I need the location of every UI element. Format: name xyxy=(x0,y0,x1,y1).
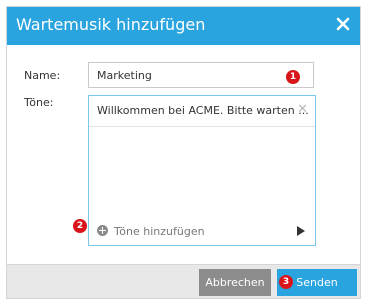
list-item[interactable]: Willkommen bei ACME. Bitte warten ... ✕ xyxy=(89,96,315,127)
add-tones-label[interactable]: Töne hinzufügen xyxy=(114,225,205,238)
badge-3: 3 xyxy=(279,275,293,289)
add-tones-row[interactable]: Töne hinzufügen xyxy=(89,219,315,245)
play-icon[interactable] xyxy=(297,226,305,236)
close-icon[interactable]: ✕ xyxy=(297,103,308,117)
dialog: Wartemusik hinzufügen Name: 1 Töne: Will… xyxy=(6,6,361,299)
close-icon[interactable] xyxy=(335,16,351,32)
name-label: Name: xyxy=(24,69,61,82)
tone-item-label: Willkommen bei ACME. Bitte warten ... xyxy=(97,104,309,117)
dialog-titlebar: Wartemusik hinzufügen xyxy=(7,7,360,45)
tones-label: Töne: xyxy=(24,96,54,109)
dialog-title: Wartemusik hinzufügen xyxy=(16,15,206,34)
badge-2: 2 xyxy=(73,219,87,233)
tones-list[interactable]: Willkommen bei ACME. Bitte warten ... ✕ … xyxy=(88,95,316,246)
dialog-footer: Abbrechen Senden xyxy=(7,264,360,298)
plus-circle-icon[interactable] xyxy=(97,225,108,236)
name-input[interactable] xyxy=(88,62,314,88)
cancel-button[interactable]: Abbrechen xyxy=(199,269,271,296)
badge-1: 1 xyxy=(286,70,300,84)
